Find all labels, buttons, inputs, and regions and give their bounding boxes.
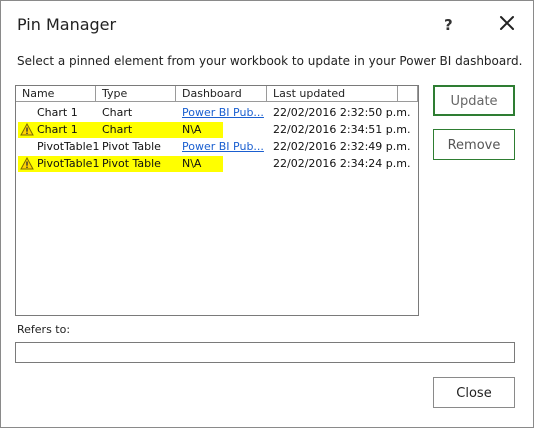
close-button[interactable]: Close xyxy=(433,377,515,408)
column-header-dashboard[interactable]: Dashboard xyxy=(176,86,267,102)
list-header: Name Type Dashboard Last updated xyxy=(16,86,418,102)
table-row[interactable]: Chart 1 Chart N\A 22/02/2016 2:34:51 p.m… xyxy=(16,122,418,138)
row-name: PivotTable1 xyxy=(37,140,100,153)
table-row[interactable]: PivotTable1 Pivot Table N\A 22/02/2016 2… xyxy=(16,156,418,172)
warning-icon xyxy=(20,123,34,136)
close-icon[interactable] xyxy=(498,14,516,32)
remove-button[interactable]: Remove xyxy=(433,129,515,160)
row-type: Chart xyxy=(102,106,133,119)
row-type: Chart xyxy=(102,123,133,136)
column-header-name[interactable]: Name xyxy=(16,86,96,102)
dialog-title: Pin Manager xyxy=(17,15,117,34)
row-type: Pivot Table xyxy=(102,140,161,153)
dashboard-link[interactable]: Power BI Pub... xyxy=(182,139,266,155)
refers-to-label: Refers to: xyxy=(17,323,71,336)
row-last-updated: 22/02/2016 2:32:50 p.m. xyxy=(273,106,411,119)
row-dashboard: N\A xyxy=(182,123,202,136)
pinned-elements-list[interactable]: Name Type Dashboard Last updated Chart 1… xyxy=(15,85,419,316)
row-dashboard: N\A xyxy=(182,157,202,170)
row-last-updated: 22/02/2016 2:34:24 p.m. xyxy=(273,157,411,170)
row-name: PivotTable1 xyxy=(37,157,100,170)
dashboard-link[interactable]: Power BI Pub... xyxy=(182,105,266,121)
table-row[interactable]: Chart 1 Chart Power BI Pub... 22/02/2016… xyxy=(16,105,418,121)
table-row[interactable]: PivotTable1 Pivot Table Power BI Pub... … xyxy=(16,139,418,155)
column-header-last-updated[interactable]: Last updated xyxy=(267,86,398,102)
row-last-updated: 22/02/2016 2:32:49 p.m. xyxy=(273,140,411,153)
help-button[interactable]: ? xyxy=(444,16,453,34)
row-name: Chart 1 xyxy=(37,123,78,136)
row-type: Pivot Table xyxy=(102,157,161,170)
row-last-updated: 22/02/2016 2:34:51 p.m. xyxy=(273,123,411,136)
refers-to-input[interactable] xyxy=(15,342,515,363)
instruction-text: Select a pinned element from your workbo… xyxy=(17,54,523,68)
warning-icon xyxy=(20,157,34,170)
column-header-filler xyxy=(398,86,418,102)
pin-manager-dialog: Pin Manager ? Select a pinned element fr… xyxy=(0,0,534,428)
update-button[interactable]: Update xyxy=(433,85,515,116)
column-header-type[interactable]: Type xyxy=(96,86,176,102)
row-name: Chart 1 xyxy=(37,106,78,119)
